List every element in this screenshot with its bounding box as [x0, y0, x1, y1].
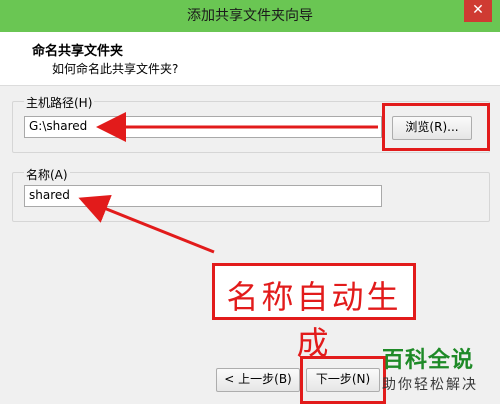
annotation-box: 名称自动生成 — [212, 263, 416, 362]
watermark-title: 百科全说 — [382, 348, 475, 373]
watermark-subtitle: 助你轻松解决 — [382, 377, 478, 393]
title-bar: 添加共享文件夹向导 ✕ — [0, 0, 500, 32]
host-path-label: 主机路径(H) — [24, 94, 95, 111]
window-title: 添加共享文件夹向导 — [187, 8, 313, 24]
name-label: 名称(A) — [24, 166, 70, 183]
back-button[interactable]: < 上一步(B) — [216, 368, 300, 392]
host-path-value: G:\shared — [29, 119, 88, 133]
back-button-label: < 上一步(B) — [224, 372, 292, 386]
watermark: 百科全说 助你轻松解决 — [372, 340, 500, 404]
name-value: shared — [29, 188, 70, 202]
wizard-header: 命名共享文件夹 如何命名此共享文件夹? — [0, 32, 500, 86]
close-icon: ✕ — [472, 2, 484, 18]
browse-highlight-box — [382, 103, 490, 151]
name-input[interactable]: shared — [24, 185, 382, 207]
close-button[interactable]: ✕ — [464, 0, 492, 22]
wizard-step-subtitle: 如何命名此共享文件夹? — [52, 62, 179, 76]
wizard-step-title: 命名共享文件夹 — [32, 44, 124, 59]
host-path-input[interactable]: G:\shared — [24, 116, 382, 138]
